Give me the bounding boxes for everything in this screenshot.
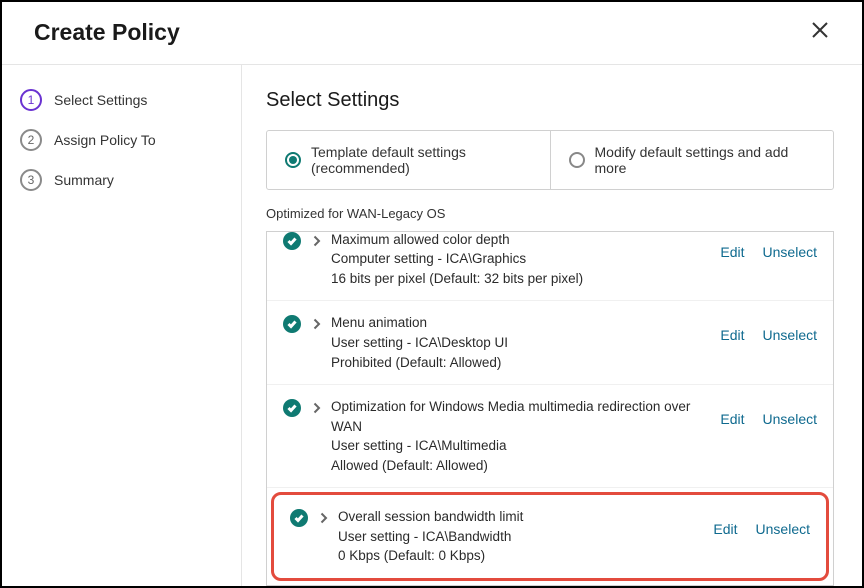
dialog-title: Create Policy — [34, 19, 180, 46]
dialog-header: Create Policy — [2, 2, 862, 64]
setting-title: Optimization for Windows Media multimedi… — [331, 397, 720, 436]
setting-title: Overall session bandwidth limit — [338, 507, 713, 527]
unselect-link[interactable]: Unselect — [756, 521, 810, 537]
radio-label: Modify default settings and add more — [595, 144, 816, 176]
step-number-icon: 3 — [20, 169, 42, 191]
step-label: Assign Policy To — [54, 132, 156, 148]
checkmark-icon — [290, 509, 308, 527]
step-number-icon: 2 — [20, 129, 42, 151]
setting-row: Optimization for Windows Media multimedi… — [267, 385, 833, 488]
setting-title: Menu animation — [331, 313, 720, 333]
close-button[interactable] — [806, 18, 834, 46]
step-label: Select Settings — [54, 92, 147, 108]
radio-icon — [285, 152, 301, 168]
setting-row: Overall session bandwidth limit User set… — [271, 492, 829, 581]
template-subtitle: Optimized for WAN-Legacy OS — [266, 206, 834, 221]
setting-actions: Edit Unselect — [713, 521, 810, 537]
radio-label: Template default settings (recommended) — [311, 144, 532, 176]
edit-link[interactable]: Edit — [713, 521, 737, 537]
setting-path: Computer setting - ICA\Graphics — [331, 249, 720, 269]
setting-actions: Edit Unselect — [720, 327, 817, 343]
radio-icon — [569, 152, 585, 168]
edit-link[interactable]: Edit — [720, 411, 744, 427]
step-select-settings[interactable]: 1 Select Settings — [20, 89, 241, 111]
edit-link[interactable]: Edit — [720, 327, 744, 343]
checkmark-icon — [283, 232, 301, 250]
setting-text: Optimization for Windows Media multimedi… — [331, 397, 720, 475]
setting-value: Allowed (Default: Allowed) — [331, 456, 720, 476]
checkmark-icon — [283, 399, 301, 417]
setting-row: Maximum allowed color depth Computer set… — [267, 231, 833, 301]
setting-actions: Edit Unselect — [720, 411, 817, 427]
unselect-link[interactable]: Unselect — [763, 411, 817, 427]
setting-path: User setting - ICA\Multimedia — [331, 436, 720, 456]
setting-row: Menu animation User setting - ICA\Deskto… — [267, 301, 833, 385]
expand-chevron-icon[interactable] — [313, 401, 321, 419]
settings-mode-radio-group: Template default settings (recommended) … — [266, 130, 834, 190]
main-panel: Select Settings Template default setting… — [242, 65, 862, 586]
expand-chevron-icon[interactable] — [320, 511, 328, 529]
create-policy-dialog: Create Policy 1 Select Settings 2 Assign… — [0, 0, 864, 588]
setting-text: Maximum allowed color depth Computer set… — [331, 231, 720, 288]
step-assign-policy[interactable]: 2 Assign Policy To — [20, 129, 241, 151]
checkmark-icon — [283, 315, 301, 333]
settings-list[interactable]: Lossy compression level User setting - I… — [266, 231, 834, 586]
radio-modify-default[interactable]: Modify default settings and add more — [551, 131, 834, 189]
setting-path: User setting - ICA\Bandwidth — [338, 527, 713, 547]
expand-chevron-icon[interactable] — [313, 234, 321, 252]
unselect-link[interactable]: Unselect — [763, 327, 817, 343]
edit-link[interactable]: Edit — [720, 244, 744, 260]
setting-value: 16 bits per pixel (Default: 32 bits per … — [331, 269, 720, 289]
setting-title: Maximum allowed color depth — [331, 231, 720, 249]
unselect-link[interactable]: Unselect — [763, 244, 817, 260]
panel-heading: Select Settings — [266, 89, 834, 112]
step-number-icon: 1 — [20, 89, 42, 111]
radio-template-default[interactable]: Template default settings (recommended) — [267, 131, 551, 189]
wizard-sidebar: 1 Select Settings 2 Assign Policy To 3 S… — [2, 65, 242, 586]
setting-value: Prohibited (Default: Allowed) — [331, 353, 720, 373]
step-summary[interactable]: 3 Summary — [20, 169, 241, 191]
setting-text: Overall session bandwidth limit User set… — [338, 507, 713, 566]
setting-value: 0 Kbps (Default: 0 Kbps) — [338, 546, 713, 566]
setting-text: Menu animation User setting - ICA\Deskto… — [331, 313, 720, 372]
dialog-body: 1 Select Settings 2 Assign Policy To 3 S… — [2, 64, 862, 586]
step-label: Summary — [54, 172, 114, 188]
setting-path: User setting - ICA\Desktop UI — [331, 333, 720, 353]
expand-chevron-icon[interactable] — [313, 317, 321, 335]
close-icon — [811, 18, 829, 46]
setting-actions: Edit Unselect — [720, 244, 817, 260]
